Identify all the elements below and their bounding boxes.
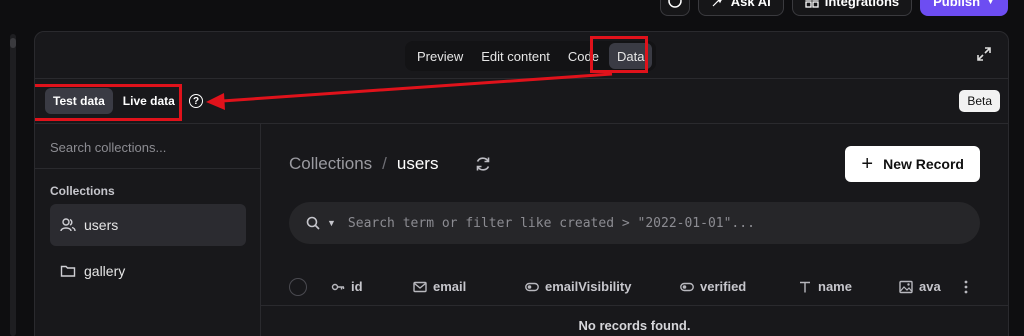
- breadcrumb-collections[interactable]: Collections: [289, 154, 372, 174]
- sparkle-icon: [712, 0, 723, 7]
- folder-icon: [60, 265, 76, 277]
- clock-icon: [667, 0, 682, 8]
- highlight-box-data-mode: [35, 84, 182, 121]
- help-icon[interactable]: ?: [189, 94, 203, 108]
- sidebar-item-label: users: [84, 217, 119, 233]
- column-email-visibility[interactable]: emailVisibility: [525, 279, 631, 294]
- mail-icon: [413, 281, 427, 292]
- column-id[interactable]: id: [331, 279, 363, 294]
- breadcrumb-separator: /: [382, 154, 387, 173]
- tab-edit-content[interactable]: Edit content: [473, 43, 558, 69]
- column-email[interactable]: email: [413, 279, 466, 294]
- text-icon: [800, 281, 810, 292]
- publish-button[interactable]: Publish ▼: [920, 0, 1008, 16]
- sidebar-item-label: gallery: [84, 263, 126, 279]
- ask-ai-button[interactable]: Ask AI: [697, 0, 784, 16]
- users-icon: [60, 218, 76, 232]
- highlight-box-data-tab: [590, 36, 648, 73]
- new-record-label: New Record: [883, 156, 964, 172]
- column-label: ava: [919, 279, 941, 294]
- expand-icon[interactable]: [976, 46, 992, 62]
- search-icon: [306, 216, 320, 230]
- column-verified[interactable]: verified: [680, 279, 746, 294]
- toggle-icon: [680, 282, 694, 291]
- sidebar-item-gallery[interactable]: gallery: [50, 250, 246, 292]
- toggle-icon: [525, 282, 539, 291]
- key-icon: [331, 283, 345, 290]
- column-avatar[interactable]: ava: [899, 279, 941, 294]
- column-label: id: [351, 279, 363, 294]
- collections-heading: Collections: [50, 184, 115, 198]
- beta-badge: Beta: [959, 90, 1000, 112]
- collections-sidebar: Search collections... Collections users …: [35, 124, 261, 336]
- more-vertical-icon[interactable]: [964, 280, 968, 294]
- image-icon: [899, 280, 913, 293]
- sidebar-item-users[interactable]: users: [50, 204, 246, 246]
- column-label: verified: [700, 279, 747, 294]
- column-label: email: [433, 279, 467, 294]
- new-record-button[interactable]: + New Record: [845, 146, 980, 182]
- publish-label: Publish: [933, 0, 981, 9]
- divider: [35, 168, 260, 169]
- ask-ai-label: Ask AI: [730, 0, 771, 9]
- column-label: emailVisibility: [545, 279, 632, 294]
- breadcrumb-current: users: [396, 154, 439, 173]
- record-search-bar: ▼: [289, 202, 980, 244]
- column-label: name: [818, 279, 852, 294]
- collections-search-input[interactable]: Search collections...: [50, 140, 166, 155]
- chevron-down-icon[interactable]: ▼: [327, 218, 336, 228]
- refresh-icon[interactable]: [474, 155, 492, 173]
- column-name[interactable]: name: [798, 279, 852, 294]
- chevron-down-icon: ▼: [986, 0, 995, 6]
- select-all-checkbox[interactable]: [289, 277, 307, 296]
- scrollbar-thumb[interactable]: [10, 38, 16, 48]
- collection-content: Collections / users + New Record ▼ id: [261, 124, 1008, 336]
- table-header: id email emailVisibility verified name a…: [261, 268, 1008, 306]
- record-filter-input[interactable]: [347, 215, 968, 231]
- grid-icon: [805, 0, 819, 8]
- data-panel: Preview Edit content Code Data Test data…: [34, 31, 1009, 336]
- empty-state-message: No records found.: [578, 318, 691, 333]
- tab-preview[interactable]: Preview: [409, 43, 471, 69]
- top-toolbar: Ask AI Integrations Publish ▼: [659, 0, 1024, 16]
- integrations-label: Integrations: [824, 0, 900, 9]
- plus-icon: +: [861, 153, 874, 175]
- breadcrumb: Collections / users: [289, 154, 438, 174]
- scrollbar[interactable]: [10, 34, 16, 336]
- divider: [35, 78, 1008, 79]
- history-button[interactable]: [659, 0, 690, 16]
- integrations-button[interactable]: Integrations: [791, 0, 913, 16]
